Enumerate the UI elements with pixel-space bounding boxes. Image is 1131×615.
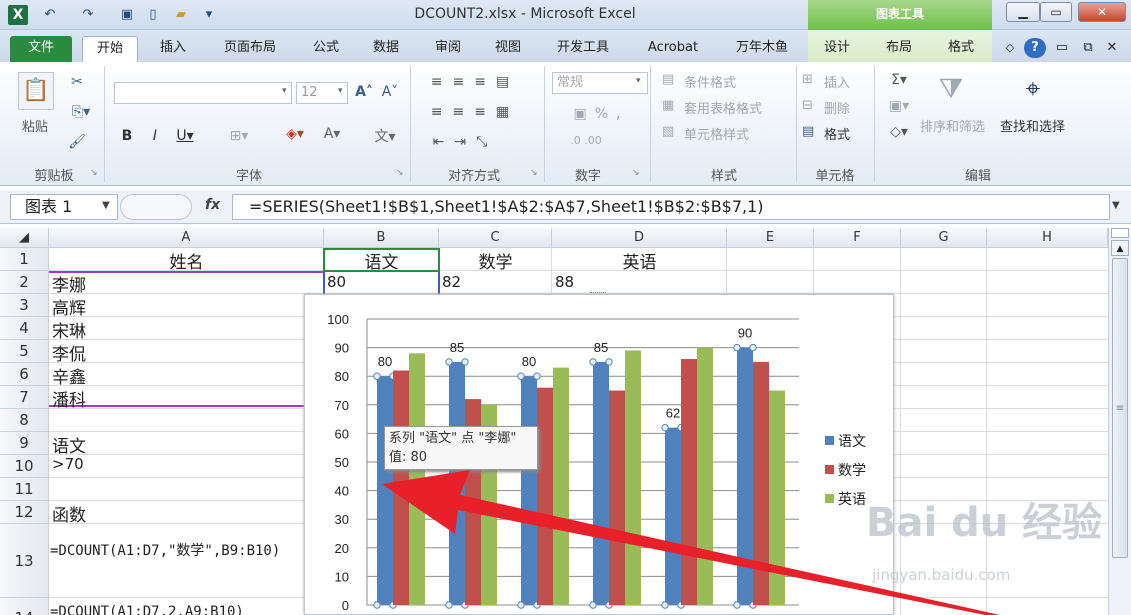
baidu-watermark: Bai du 经验 xyxy=(866,500,1103,546)
baidu-watermark-url: jingyan.baidu.com xyxy=(872,566,1011,584)
